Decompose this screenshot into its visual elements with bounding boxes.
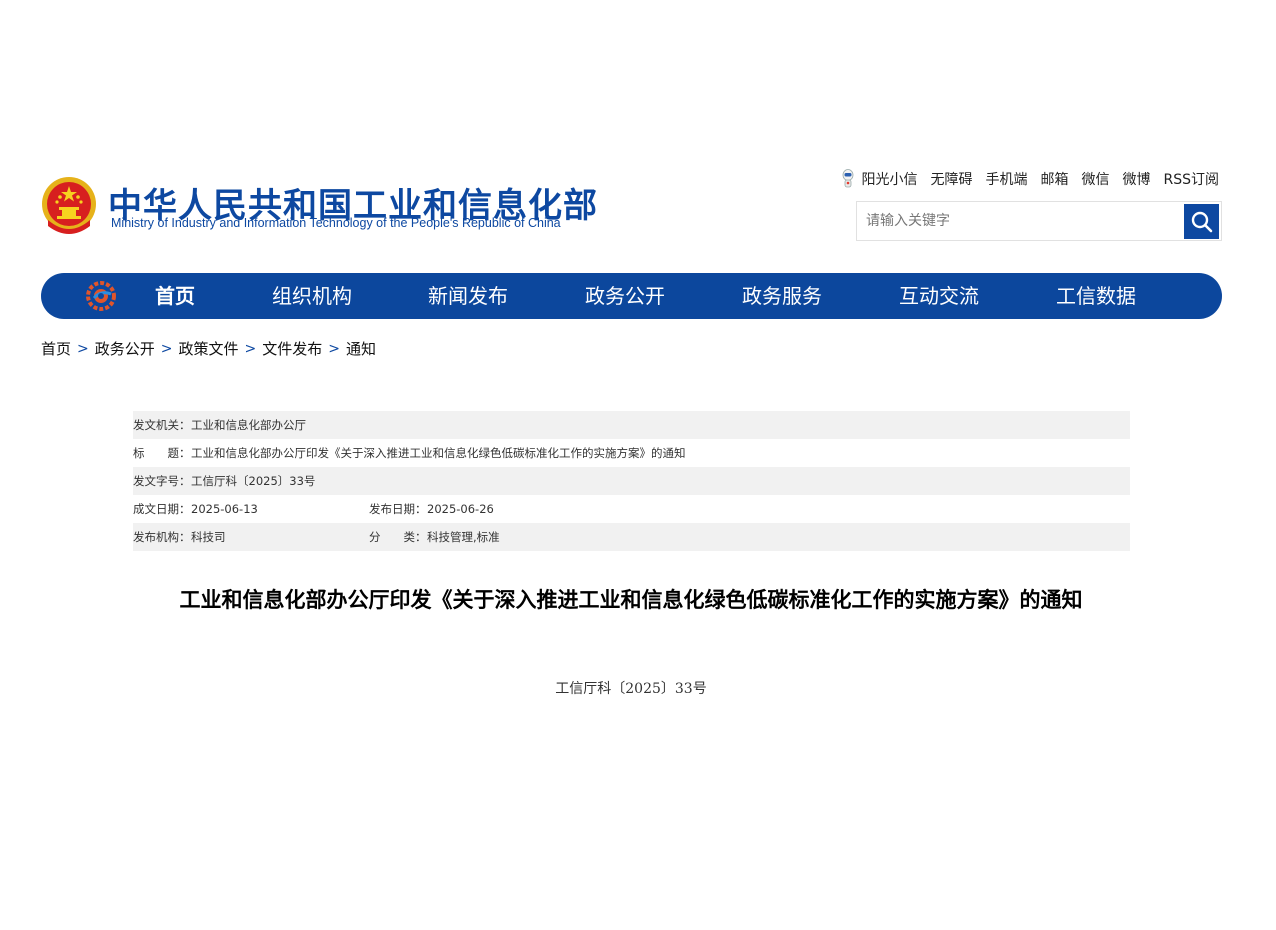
created-date-value: 2025-06-13 [191,502,258,516]
breadcrumb-file-release[interactable]: 文件发布 [262,338,322,359]
article-title: 工业和信息化部办公厅印发《关于深入推进工业和信息化绿色低碳标准化工作的实施方案》… [179,588,1083,612]
meta-row-title: 标 题： 工业和信息化部办公厅印发《关于深入推进工业和信息化绿色低碳标准化工作的… [133,439,1130,467]
published-date-value: 2025-06-26 [427,502,494,516]
link-wechat[interactable]: 微信 [1081,169,1109,189]
org-label: 发布机构： [133,530,191,544]
meta-row-org: 发布机构： 科技司 分 类： 科技管理,标准 [133,523,1130,551]
breadcrumb-separator: > [77,340,89,357]
document-meta-table: 发文机关： 工业和信息化部办公厅 标 题： 工业和信息化部办公厅印发《关于深入推… [133,411,1130,551]
search-icon [1191,211,1212,232]
issuer-label: 发文机关： [133,418,191,432]
category-label: 分 类： [369,530,427,544]
breadcrumb-separator: > [244,340,257,357]
link-mobile[interactable]: 手机端 [985,169,1027,189]
nav-news[interactable]: 新闻发布 [428,273,508,319]
nav-services[interactable]: 政务服务 [742,273,822,319]
title-value: 工业和信息化部办公厅印发《关于深入推进工业和信息化绿色低碳标准化工作的实施方案》… [191,446,686,460]
link-weibo[interactable]: 微博 [1122,169,1150,189]
main-nav: 首页 组织机构 新闻发布 政务公开 政务服务 互动交流 工信数据 [41,273,1222,319]
category-value: 科技管理,标准 [427,530,500,544]
nav-data[interactable]: 工信数据 [1056,273,1136,319]
breadcrumb-government-affairs[interactable]: 政务公开 [95,338,155,359]
search-box [856,201,1222,241]
nav-government-affairs[interactable]: 政务公开 [585,273,665,319]
meta-row-docno: 发文字号： 工信厅科〔2025〕33号 [133,467,1130,495]
org-value: 科技司 [191,530,226,544]
title-label: 标 题： [133,446,191,460]
created-date-label: 成文日期： [133,502,191,516]
link-mailbox[interactable]: 邮箱 [1040,169,1068,189]
nav-interaction[interactable]: 互动交流 [899,273,979,319]
link-accessibility[interactable]: 无障碍 [930,169,972,189]
breadcrumb-separator: > [160,340,173,357]
breadcrumb-home[interactable]: 首页 [41,338,71,359]
issuer-value: 工业和信息化部办公厅 [191,418,306,432]
top-links: 阳光小信 无障碍 手机端 邮箱 微信 微博 RSS订阅 [840,168,1219,190]
breadcrumb-policy-files[interactable]: 政策文件 [179,338,239,359]
nav-home[interactable]: 首页 [155,273,195,319]
article-document-number: 工信厅科〔2025〕33号 [555,681,707,697]
miit-logo-icon[interactable] [85,280,117,312]
link-sunshine[interactable]: 阳光小信 [861,169,917,189]
site-header: 中华人民共和国工业和信息化部 Ministry of Industry and … [0,0,1276,260]
meta-row-dates: 成文日期： 2025-06-13 发布日期： 2025-06-26 [133,495,1130,523]
search-button[interactable] [1184,204,1219,239]
published-date-label: 发布日期： [369,502,427,516]
national-emblem-icon[interactable] [40,176,98,236]
link-rss[interactable]: RSS订阅 [1163,169,1219,189]
breadcrumb-notice[interactable]: 通知 [346,338,376,359]
breadcrumb-separator: > [328,340,340,357]
robot-mascot-icon[interactable] [840,168,856,190]
nav-organization[interactable]: 组织机构 [272,273,352,319]
docno-value: 工信厅科〔2025〕33号 [191,474,316,488]
search-input[interactable] [857,202,1184,240]
meta-row-issuer: 发文机关： 工业和信息化部办公厅 [133,411,1130,439]
breadcrumb: 首页 > 政务公开 > 政策文件 > 文件发布 > 通知 [41,338,376,359]
docno-label: 发文字号： [133,474,191,488]
site-title-en[interactable]: Ministry of Industry and Information Tec… [111,216,561,230]
